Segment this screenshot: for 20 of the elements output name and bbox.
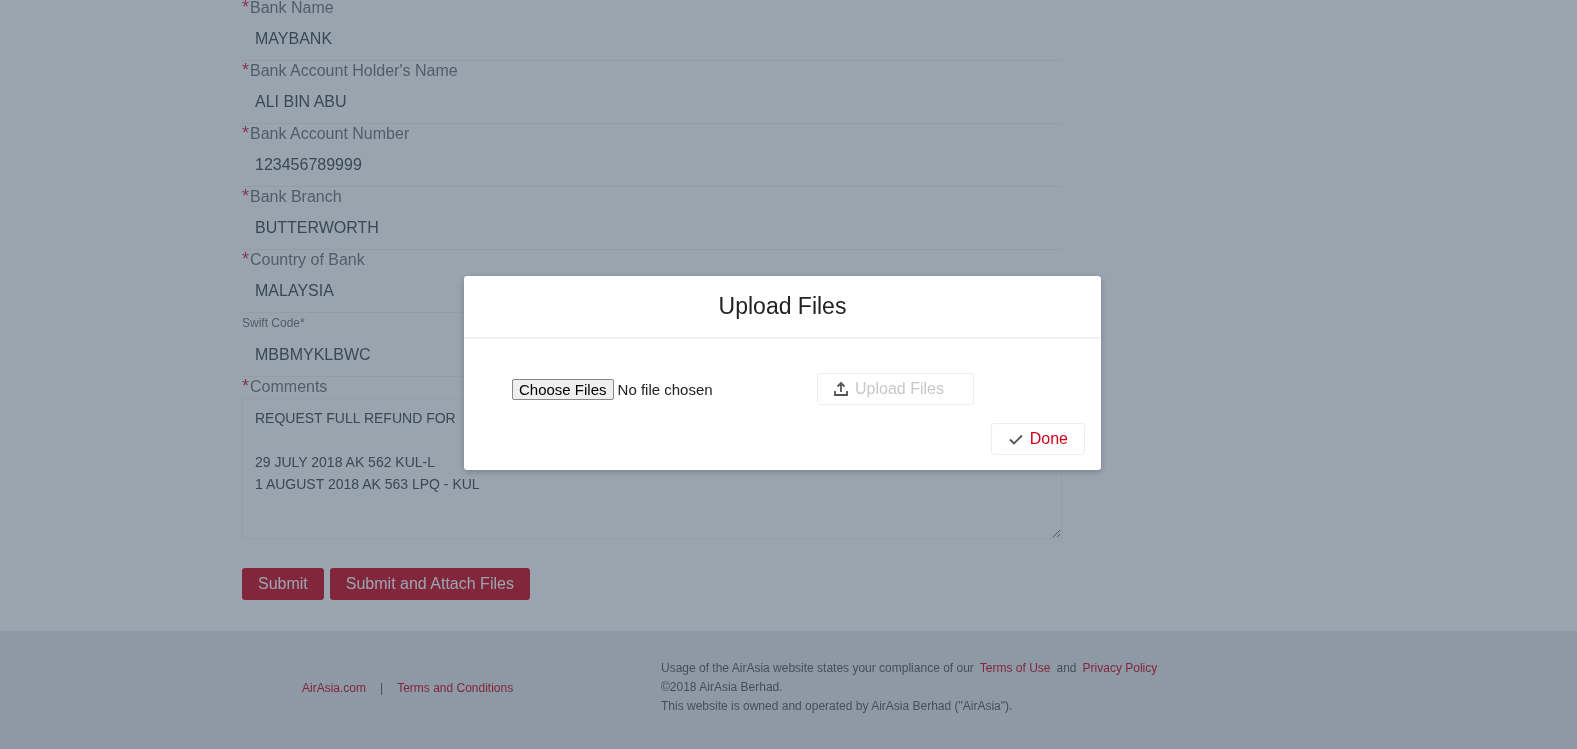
required-asterisk: * <box>242 187 249 206</box>
field-label: Swift Code* <box>242 315 305 332</box>
file-status: No file chosen <box>617 380 713 398</box>
field-label: Bank Name <box>250 0 334 17</box>
notice-text: Usage of the AirAsia website states your compliance of our <box>661 661 974 675</box>
required-asterisk: * <box>242 0 249 17</box>
field-label: Bank Account Holder's Name <box>250 61 458 80</box>
field-label: Country of Bank <box>250 250 365 269</box>
ownership-text: This website is owned and operated by AirAsia Berhad ("AirAsia"). <box>661 699 1014 713</box>
field-label: Bank Account Number <box>250 124 410 143</box>
copyright-text: ©2018 AirAsia Berhad. <box>661 680 784 694</box>
field-label: Comments <box>250 377 328 396</box>
notice-text: and <box>1056 661 1077 675</box>
separator: | <box>380 681 384 695</box>
required-asterisk: * <box>242 61 249 80</box>
field-label: Bank Branch <box>250 187 342 206</box>
required-asterisk: * <box>242 124 249 143</box>
dialog-title: Upload Files <box>718 293 847 320</box>
required-asterisk: * <box>242 250 249 269</box>
required-asterisk: * <box>242 377 249 396</box>
